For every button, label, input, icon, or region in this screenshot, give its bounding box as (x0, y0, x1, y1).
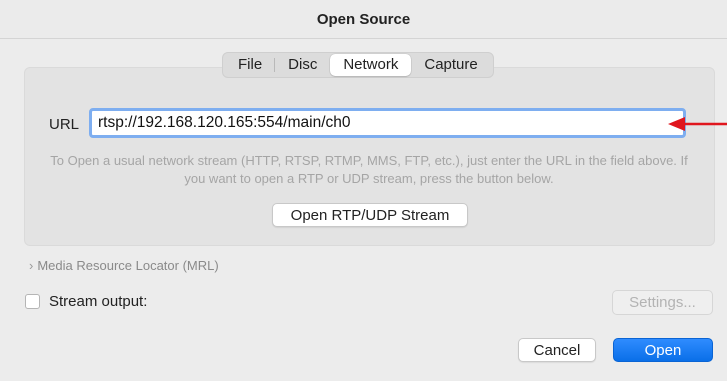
open-source-dialog: Open Source File Disc Network Capture UR… (0, 0, 727, 381)
url-label: URL (49, 116, 80, 133)
mrl-label: Media Resource Locator (MRL) (37, 258, 219, 273)
tab-file[interactable]: File (225, 54, 276, 76)
stream-output-checkbox[interactable] (25, 294, 40, 309)
window-title: Open Source (316, 10, 411, 28)
open-rtp-udp-stream-button[interactable]: Open RTP/UDP Stream (272, 203, 468, 227)
network-help-text: To Open a usual network stream (HTTP, RT… (50, 153, 688, 186)
url-input[interactable] (89, 108, 686, 138)
red-arrow-annotation-icon (668, 117, 727, 131)
chevron-right-icon: › (29, 258, 34, 273)
stream-output-row: Stream output: (25, 293, 147, 310)
tab-network[interactable]: Network (330, 54, 412, 76)
cancel-button[interactable]: Cancel (518, 338, 596, 362)
open-button[interactable]: Open (613, 338, 713, 362)
mrl-disclosure[interactable]: › Media Resource Locator (MRL) (29, 258, 219, 273)
settings-button[interactable]: Settings... (612, 290, 713, 315)
title-bar: Open Source (0, 0, 727, 39)
stream-output-label: Stream output: (49, 293, 148, 310)
source-tabs: File Disc Network Capture (222, 52, 494, 78)
tab-capture[interactable]: Capture (411, 54, 490, 76)
tab-disc[interactable]: Disc (275, 54, 330, 76)
